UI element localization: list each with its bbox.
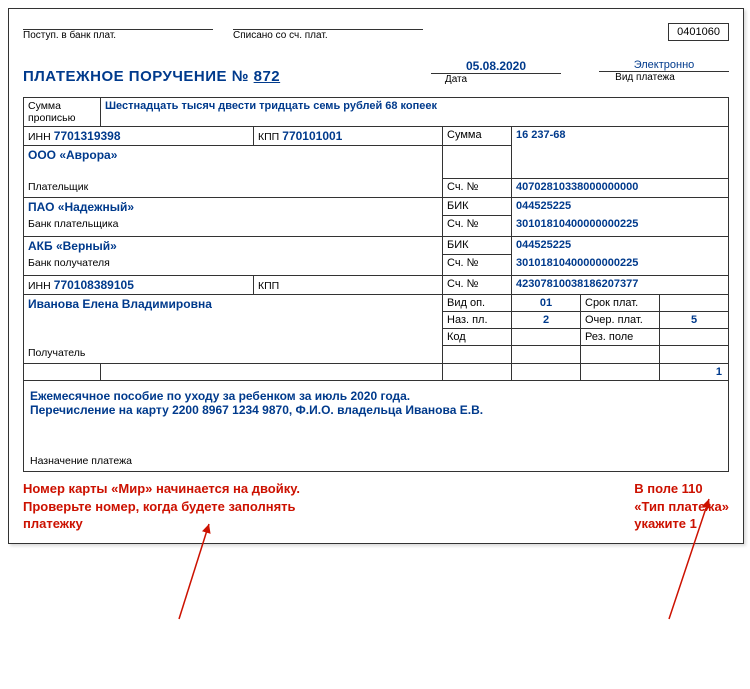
recip-bank-bik: 044525225 — [512, 236, 729, 255]
purpose-line2: Перечисление на карту 2200 8967 1234 987… — [30, 403, 722, 417]
date-box: 05.08.2020 Дата — [351, 59, 561, 85]
purpose-lbl: Назначение платежа — [30, 417, 722, 467]
recip-bank-acc: 30101810400000000225 — [512, 255, 729, 276]
notes: Номер карты «Мир» начинается на двойку. … — [9, 472, 743, 543]
sum-lbl: Сумма — [443, 127, 512, 146]
payer-bank-acc: 30101810400000000225 — [512, 216, 729, 237]
payer-acc-lbl: Сч. № — [443, 179, 512, 198]
payer-bank-bik: 044525225 — [512, 197, 729, 216]
spisano-field: Списано со сч. плат. — [233, 28, 443, 41]
sum-words-lbl: Сумма прописью — [24, 98, 101, 127]
payer-inn: ИНН 7701319398 — [24, 127, 254, 146]
spisano-label: Списано со сч. плат. — [233, 30, 443, 41]
recip-inn: ИНН 770108389105 — [24, 275, 254, 294]
main-grid: Сумма прописью Шестнадцать тысяч двести … — [23, 97, 729, 381]
title-row: ПЛАТЕЖНОЕ ПОРУЧЕНИЕ № 872 05.08.2020 Дат… — [9, 41, 743, 87]
payment-order-form: Поступ. в банк плат. Списано со сч. плат… — [8, 8, 744, 544]
recipient-name-cell: Иванова Елена Владимировна — [24, 294, 443, 345]
sum-value: 16 237-68 — [512, 127, 729, 146]
payer-name-cell: ООО «Аврора» — [24, 146, 443, 179]
ocher: 5 — [660, 311, 729, 328]
purpose-line1: Ежемесячное пособие по уходу за ребенком… — [30, 389, 722, 403]
sum-words: Шестнадцать тысяч двести тридцать семь р… — [101, 98, 729, 127]
recip-acc-lbl: Сч. № — [443, 275, 512, 294]
payment-type-box: Электронно Вид платежа — [561, 59, 729, 85]
doc-number: 872 — [254, 68, 294, 85]
naz-pl: 2 — [512, 311, 581, 328]
recip-bank-name: АКБ «Верный» — [24, 236, 443, 255]
payer-kpp: КПП 770101001 — [254, 127, 443, 146]
purpose-block: Ежемесячное пособие по уходу за ребенком… — [23, 381, 729, 472]
payer-sect: Плательщик — [28, 181, 88, 193]
recip-kpp: КПП — [254, 275, 443, 294]
doc-title: ПЛАТЕЖНОЕ ПОРУЧЕНИЕ № 872 — [23, 68, 294, 85]
note-right: В поле 110 «Тип платежа» укажите 1 — [634, 480, 729, 533]
payer-bank-sect: Банк плательщика — [28, 218, 118, 230]
form-code: 0401060 — [668, 23, 729, 41]
recip-acc: 42307810038186207377 — [512, 275, 729, 294]
recip-bank-sect: Банк получателя — [28, 257, 110, 269]
postup-field: Поступ. в банк плат. — [23, 28, 233, 41]
top-row: Поступ. в банк плат. Списано со сч. плат… — [9, 9, 743, 41]
postup-label: Поступ. в банк плат. — [23, 30, 233, 41]
recip-sect: Получатель — [28, 347, 85, 359]
field-110: 1 — [660, 364, 729, 381]
payer-acc: 40702810338000000000 — [512, 179, 729, 198]
note-left: Номер карты «Мир» начинается на двойку. … — [23, 480, 300, 533]
vid-op: 01 — [512, 294, 581, 311]
payer-bank-name: ПАО «Надежный» — [24, 197, 443, 216]
